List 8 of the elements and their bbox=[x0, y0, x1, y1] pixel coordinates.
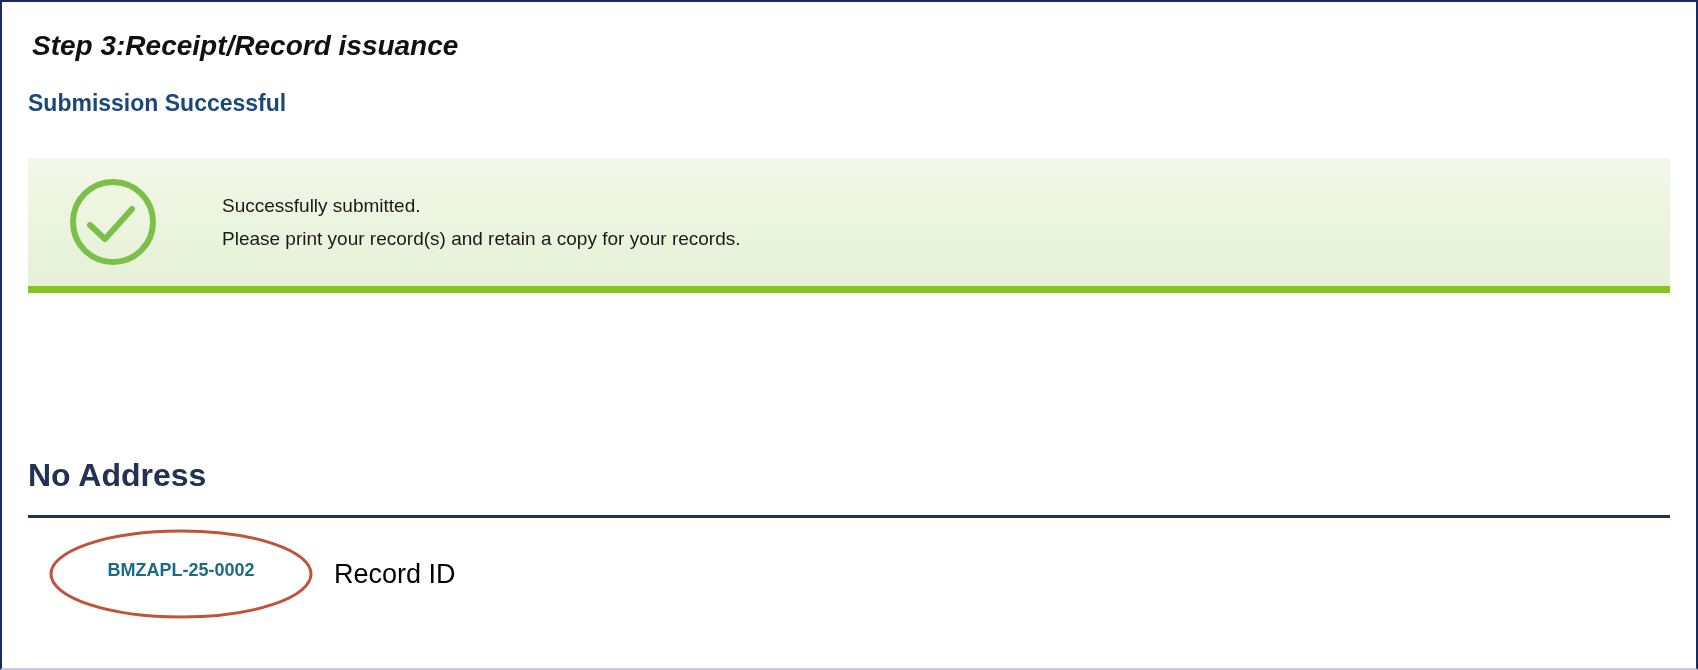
success-message: Successfully submitted. bbox=[222, 194, 422, 218]
success-message: Please print your record(s) and retain a copy for your records. bbox=[222, 227, 741, 251]
checkmark-circle-icon bbox=[68, 177, 158, 267]
annotation-label: Record ID bbox=[334, 558, 456, 590]
step-title: Step 3:Receipt/Record issuance bbox=[32, 29, 460, 63]
section-heading: No Address bbox=[28, 456, 208, 495]
record-id-link[interactable]: BMZAPL-25-0002 bbox=[107, 559, 255, 581]
status-heading: Submission Successful bbox=[28, 89, 288, 118]
